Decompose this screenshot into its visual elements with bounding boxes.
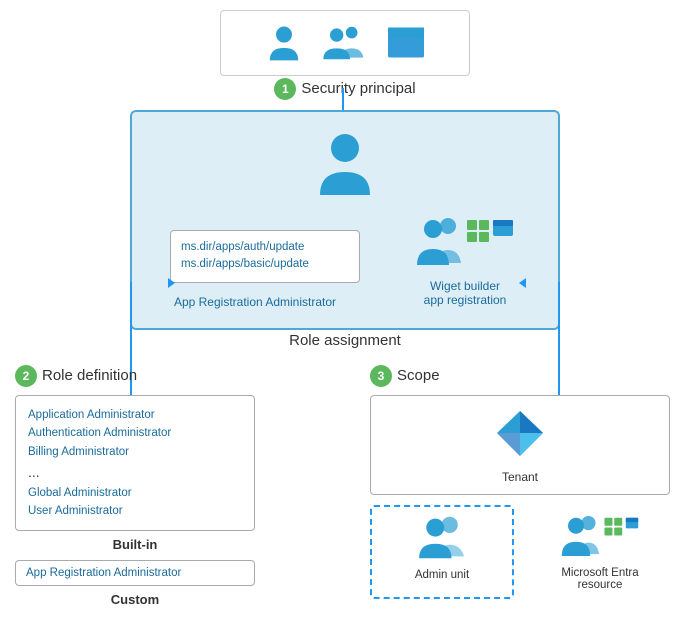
role-list: Application Administrator Authentication… [28,406,242,520]
role-item: Authentication Administrator [28,424,242,442]
custom-label: Custom [15,592,255,607]
role-item: Global Administrator [28,484,242,502]
badge-1: 1 [274,78,296,100]
custom-box: App Registration Administrator [15,560,255,586]
diagram-container: 1Security principal ms.dir/apps/auth/upd… [0,0,690,619]
tenant-icon [493,406,548,461]
scope-section: 3Scope Tenant Admin unit [370,365,670,599]
center-person-icon [315,130,375,195]
security-principal-label: 1Security principal [220,78,470,100]
app-reg-label: App Registration Administrator [155,295,355,309]
admin-unit-icon [415,515,470,560]
role-definition-section: 2Role definition Application Administrat… [15,365,255,607]
admin-unit-box: Admin unit [370,505,514,599]
security-principal-box [220,10,470,76]
role-item: User Administrator [28,502,242,520]
arrow-down [342,88,344,112]
wiget-area: Wiget builderapp registration [400,215,530,307]
app-icon [386,23,426,63]
connector-right-arrow [519,278,526,288]
badge-3: 3 [370,365,392,387]
app-reg-box: ms.dir/apps/auth/update ms.dir/apps/basi… [170,230,360,283]
wiget-label: Wiget builderapp registration [400,279,530,307]
group-icon [320,23,370,63]
admin-unit-label: Admin unit [380,569,504,581]
scope-bottom: Admin unit Micros [370,505,670,599]
role-def-inner: Application Administrator Authentication… [15,395,255,531]
role-item: Billing Administrator [28,443,242,461]
role-dots: ... [28,461,242,483]
role-item: Application Administrator [28,406,242,424]
connector-left-arrow [168,278,175,288]
role-assignment-label: Role assignment [130,332,560,349]
badge-2: 2 [15,365,37,387]
user-icon [264,23,304,63]
ms-entra-icon [560,513,640,558]
tenant-label: Tenant [381,470,659,484]
role-def-title: 2Role definition [15,365,255,387]
scope-title: 3Scope [370,365,670,387]
tenant-area: Tenant [370,395,670,495]
ms-entra-box: Microsoft Entraresource [530,505,670,599]
builtin-label: Built-in [15,537,255,552]
ms-entra-label: Microsoft Entraresource [538,567,662,591]
wiget-icons [415,215,515,270]
person-center [295,130,395,200]
